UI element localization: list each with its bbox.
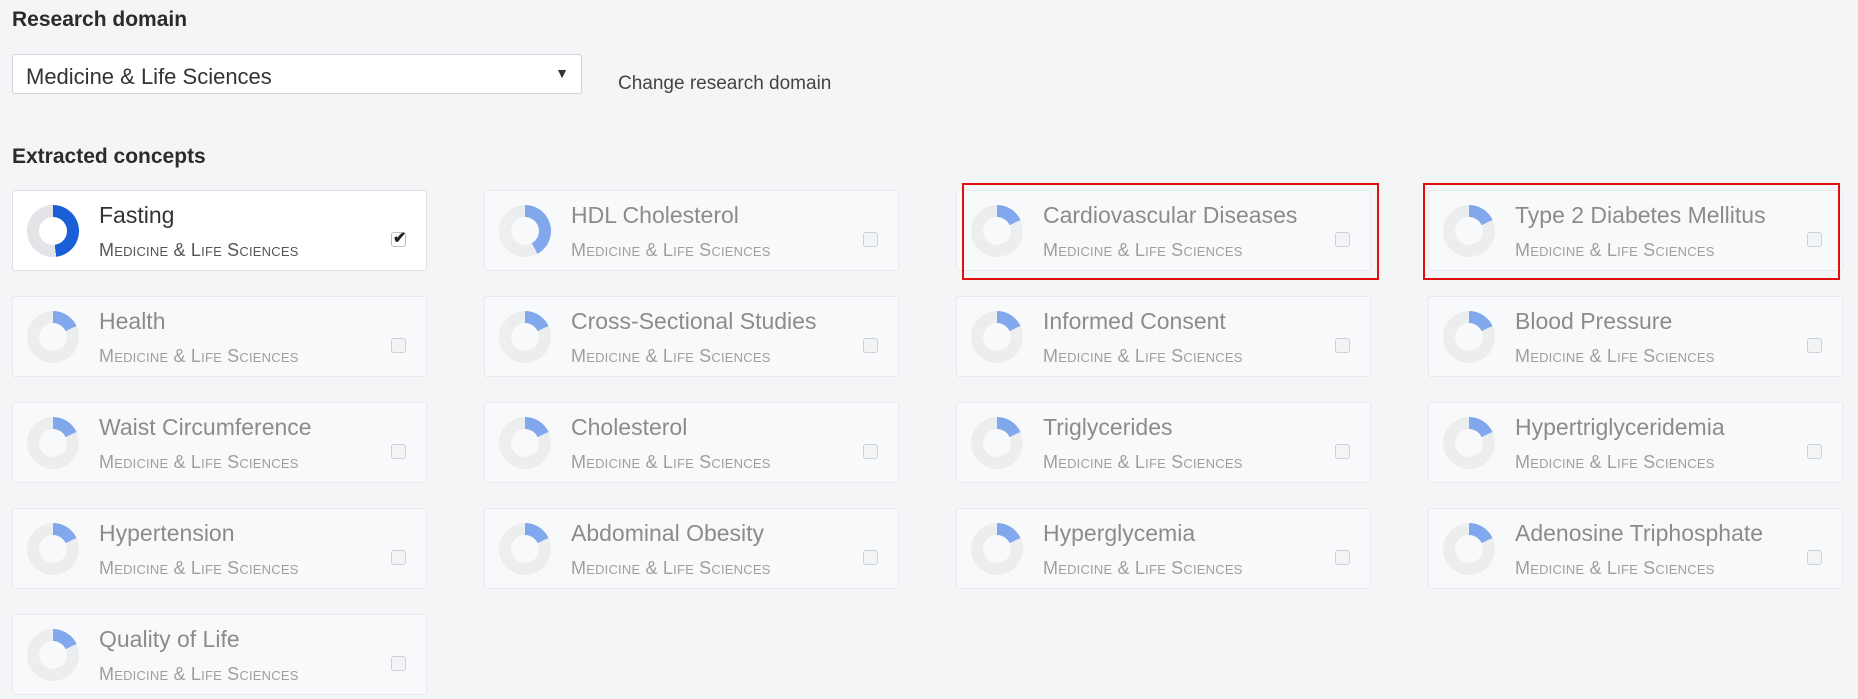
relevance-donut-icon xyxy=(499,417,551,469)
concept-title: Cholesterol xyxy=(571,414,688,440)
concept-title: Hypertriglyceridemia xyxy=(1515,414,1725,440)
chevron-down-icon: ▼ xyxy=(555,65,569,81)
concept-checkbox[interactable] xyxy=(1807,444,1822,459)
concept-checkbox[interactable]: ✔ xyxy=(391,230,406,247)
research-domain-select[interactable]: Medicine & Life Sciences ▼ xyxy=(12,54,582,94)
concept-checkbox[interactable] xyxy=(1335,550,1350,565)
concept-card[interactable]: Hyperglycemia Medicine & Life Sciences xyxy=(956,508,1371,589)
concept-checkbox[interactable] xyxy=(391,550,406,565)
concept-category: Medicine & Life Sciences xyxy=(1515,346,1715,366)
concept-card[interactable]: Quality of Life Medicine & Life Sciences xyxy=(12,614,427,695)
concept-category: Medicine & Life Sciences xyxy=(571,452,771,472)
relevance-donut-icon xyxy=(27,417,79,469)
concept-title: Hypertension xyxy=(99,520,235,546)
concept-category: Medicine & Life Sciences xyxy=(571,558,771,578)
relevance-donut-icon xyxy=(971,311,1023,363)
concept-card[interactable]: Triglycerides Medicine & Life Sciences xyxy=(956,402,1371,483)
concept-category: Medicine & Life Sciences xyxy=(1043,346,1243,366)
relevance-donut-icon xyxy=(499,523,551,575)
concept-category: Medicine & Life Sciences xyxy=(99,664,299,684)
concept-category: Medicine & Life Sciences xyxy=(99,558,299,578)
concept-title: Blood Pressure xyxy=(1515,308,1673,334)
concept-category: Medicine & Life Sciences xyxy=(1515,452,1715,472)
concept-category: Medicine & Life Sciences xyxy=(1515,558,1715,578)
relevance-donut-icon xyxy=(27,311,79,363)
concept-title: Triglycerides xyxy=(1043,414,1173,440)
concept-checkbox[interactable] xyxy=(1807,550,1822,565)
concept-card[interactable]: Cholesterol Medicine & Life Sciences xyxy=(484,402,899,483)
concept-card[interactable]: Health Medicine & Life Sciences xyxy=(12,296,427,377)
concept-category: Medicine & Life Sciences xyxy=(1043,452,1243,472)
concept-title: Quality of Life xyxy=(99,626,240,652)
relevance-donut-icon xyxy=(971,523,1023,575)
concept-checkbox[interactable] xyxy=(1335,444,1350,459)
concept-category: Medicine & Life Sciences xyxy=(1043,558,1243,578)
research-domain-heading: Research domain xyxy=(12,8,188,31)
concept-title: Cross-Sectional Studies xyxy=(571,308,817,334)
concept-checkbox[interactable] xyxy=(391,656,406,671)
relevance-donut-icon xyxy=(1443,311,1495,363)
concept-checkbox[interactable] xyxy=(1335,338,1350,353)
highlight-box xyxy=(962,183,1379,280)
concept-card[interactable]: Waist Circumference Medicine & Life Scie… xyxy=(12,402,427,483)
extracted-concepts-heading: Extracted concepts xyxy=(12,145,206,168)
concept-card[interactable]: Hypertriglyceridemia Medicine & Life Sci… xyxy=(1428,402,1843,483)
research-domain-selected-value: Medicine & Life Sciences xyxy=(26,64,272,89)
concept-title: Hyperglycemia xyxy=(1043,520,1196,546)
relevance-donut-icon xyxy=(27,629,79,681)
concept-category: Medicine & Life Sciences xyxy=(99,452,299,472)
relevance-donut-icon xyxy=(27,205,79,257)
concept-card[interactable]: Informed Consent Medicine & Life Science… xyxy=(956,296,1371,377)
concept-title: Waist Circumference xyxy=(99,414,312,440)
concept-card[interactable]: HDL Cholesterol Medicine & Life Sciences xyxy=(484,190,899,271)
relevance-donut-icon xyxy=(971,417,1023,469)
relevance-donut-icon xyxy=(499,205,551,257)
concept-checkbox[interactable] xyxy=(863,232,878,247)
concept-checkbox[interactable] xyxy=(391,444,406,459)
concept-checkbox[interactable] xyxy=(863,338,878,353)
concept-category: Medicine & Life Sciences xyxy=(99,240,299,260)
concept-checkbox[interactable] xyxy=(1807,338,1822,353)
concept-title: Fasting xyxy=(99,202,175,228)
concept-card[interactable]: Abdominal Obesity Medicine & Life Scienc… xyxy=(484,508,899,589)
concept-category: Medicine & Life Sciences xyxy=(99,346,299,366)
concept-checkbox[interactable] xyxy=(863,444,878,459)
concept-card[interactable]: Hypertension Medicine & Life Sciences xyxy=(12,508,427,589)
concept-title: Abdominal Obesity xyxy=(571,520,765,546)
concept-card[interactable]: Adenosine Triphosphate Medicine & Life S… xyxy=(1428,508,1843,589)
concept-category: Medicine & Life Sciences xyxy=(571,240,771,260)
concept-card[interactable]: Fasting Medicine & Life Sciences ✔ xyxy=(12,190,427,271)
concept-title: Informed Consent xyxy=(1043,308,1226,334)
concept-checkbox[interactable] xyxy=(863,550,878,565)
concept-title: Adenosine Triphosphate xyxy=(1515,520,1764,546)
concept-title: HDL Cholesterol xyxy=(571,202,739,228)
relevance-donut-icon xyxy=(1443,523,1495,575)
checkmark-icon: ✔ xyxy=(393,230,407,247)
concept-checkbox[interactable] xyxy=(391,338,406,353)
highlight-box xyxy=(1423,183,1840,280)
change-research-domain-link[interactable]: Change research domain xyxy=(618,73,831,95)
concept-title: Health xyxy=(99,308,166,334)
concept-card[interactable]: Cross-Sectional Studies Medicine & Life … xyxy=(484,296,899,377)
relevance-donut-icon xyxy=(1443,417,1495,469)
relevance-donut-icon xyxy=(499,311,551,363)
relevance-donut-icon xyxy=(27,523,79,575)
concept-card[interactable]: Blood Pressure Medicine & Life Sciences xyxy=(1428,296,1843,377)
concept-category: Medicine & Life Sciences xyxy=(571,346,771,366)
